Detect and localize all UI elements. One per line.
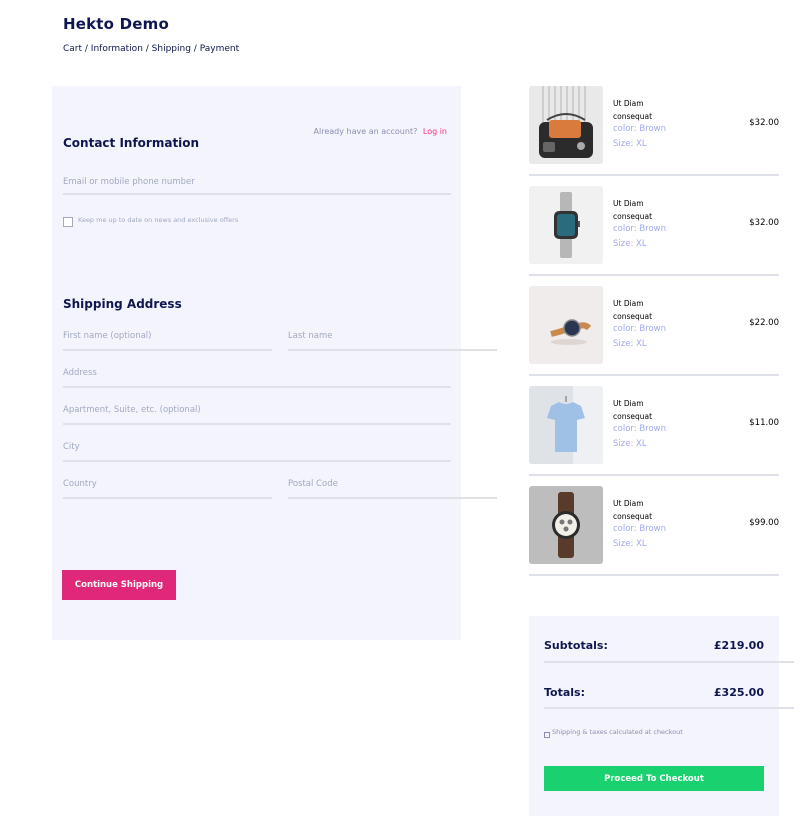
cart-item-name: Ut Diam consequat — [613, 499, 653, 521]
tshirt-product-image — [529, 386, 603, 464]
proceed-to-checkout-button[interactable]: Proceed To Checkout — [544, 766, 764, 791]
newsletter-checkbox[interactable] — [63, 217, 73, 227]
postal-code-field[interactable]: Postal Code — [288, 479, 338, 489]
breadcrumb-separator: / — [142, 44, 152, 54]
cart-item[interactable]: Ut Diam consequat color: Brown Size: XL … — [529, 386, 779, 486]
address-field[interactable]: Address — [63, 368, 97, 378]
shipping-address-title: Shipping Address — [63, 297, 182, 311]
cart-item-name: Ut Diam consequat — [613, 199, 653, 221]
cart-item-price: $11.00 — [749, 418, 779, 428]
cart-item-size: Size: XL — [613, 139, 647, 149]
total-label: Totals: — [544, 686, 585, 699]
breadcrumb-separator: / — [190, 44, 200, 54]
city-underline — [63, 460, 451, 462]
subtotal-value: £219.00 — [713, 639, 764, 652]
cart-item-name: Ut Diam consequat — [613, 299, 653, 321]
cart-item-price: $22.00 — [749, 318, 779, 328]
cart-item-divider — [529, 574, 779, 576]
breadcrumb-information[interactable]: Information — [91, 44, 143, 54]
cart-item-color: color: Brown — [613, 324, 667, 334]
login-link[interactable]: Log in — [423, 127, 447, 136]
bag-product-image — [529, 86, 603, 164]
total-value: £325.00 — [713, 686, 764, 699]
breadcrumb-payment[interactable]: Payment — [200, 44, 239, 54]
cart-item-divider — [529, 174, 779, 176]
country-underline — [63, 497, 272, 499]
cart-item-price: $32.00 — [749, 118, 779, 128]
email-field[interactable]: Email or mobile phone number — [63, 177, 195, 187]
address-underline — [63, 386, 451, 388]
cart-item-divider — [529, 274, 779, 276]
cart-item-name: Ut Diam consequat — [613, 399, 653, 421]
email-field-underline — [63, 193, 451, 195]
chronograph-product-image — [529, 486, 603, 564]
country-field[interactable]: Country — [63, 479, 97, 489]
breadcrumb-separator: / — [82, 44, 91, 54]
brand-title: Hekto Demo — [63, 15, 169, 33]
first-name-underline — [63, 349, 272, 351]
breadcrumb: Cart / Information / Shipping / Payment — [63, 44, 239, 54]
subtotal-divider — [544, 661, 794, 663]
cart-item-size: Size: XL — [613, 439, 647, 449]
total-divider — [544, 707, 794, 709]
cart-item-divider — [529, 474, 779, 476]
cart-item-color: color: Brown — [613, 524, 667, 534]
apartment-underline — [63, 423, 451, 425]
last-name-field[interactable]: Last name — [288, 331, 333, 341]
cart-item-divider — [529, 374, 779, 376]
subtotal-label: Subtotals: — [544, 639, 608, 652]
cart-item-price: $32.00 — [749, 218, 779, 228]
cart-item[interactable]: Ut Diam consequat color: Brown Size: XL … — [529, 86, 779, 186]
contact-information-title: Contact Information — [63, 136, 200, 150]
newsletter-label: Keep me up to date on news and exclusive… — [78, 216, 239, 224]
cart-item-color: color: Brown — [613, 424, 667, 434]
order-totals-panel: Subtotals: £219.00 Totals: £325.00 Shipp… — [529, 616, 779, 816]
first-name-field[interactable]: First name (optional) — [63, 331, 151, 341]
cart-item-color: color: Brown — [613, 124, 667, 134]
breadcrumb-shipping[interactable]: Shipping — [152, 44, 191, 54]
cart-item-size: Size: XL — [613, 539, 647, 549]
cart-item-size: Size: XL — [613, 239, 647, 249]
cart-item-size: Size: XL — [613, 339, 647, 349]
postal-code-underline — [288, 497, 497, 499]
continue-shipping-button[interactable]: Continue Shipping — [62, 570, 176, 600]
apartment-field[interactable]: Apartment, Suite, etc. (optional) — [63, 405, 201, 415]
smartwatch-product-image — [529, 186, 603, 264]
cart-item[interactable]: Ut Diam consequat color: Brown Size: XL … — [529, 486, 779, 586]
cart-item-color: color: Brown — [613, 224, 667, 234]
account-prompt: Already have an account? Log in — [314, 127, 447, 136]
cart-item[interactable]: Ut Diam consequat color: Brown Size: XL … — [529, 186, 779, 286]
last-name-underline — [288, 349, 497, 351]
cart-item[interactable]: Ut Diam consequat color: Brown Size: XL … — [529, 286, 779, 386]
account-prompt-text: Already have an account? — [313, 127, 418, 136]
tax-note-checkbox[interactable] — [544, 732, 550, 738]
checkout-form-panel: Contact Information Already have an acco… — [52, 86, 461, 640]
cart-item-price: $99.00 — [749, 518, 779, 528]
watch-product-image — [529, 286, 603, 364]
tax-note: Shipping & taxes calculated at checkout — [552, 728, 683, 736]
city-field[interactable]: City — [63, 442, 80, 452]
cart-item-name: Ut Diam consequat — [613, 99, 653, 121]
breadcrumb-cart[interactable]: Cart — [63, 44, 82, 54]
